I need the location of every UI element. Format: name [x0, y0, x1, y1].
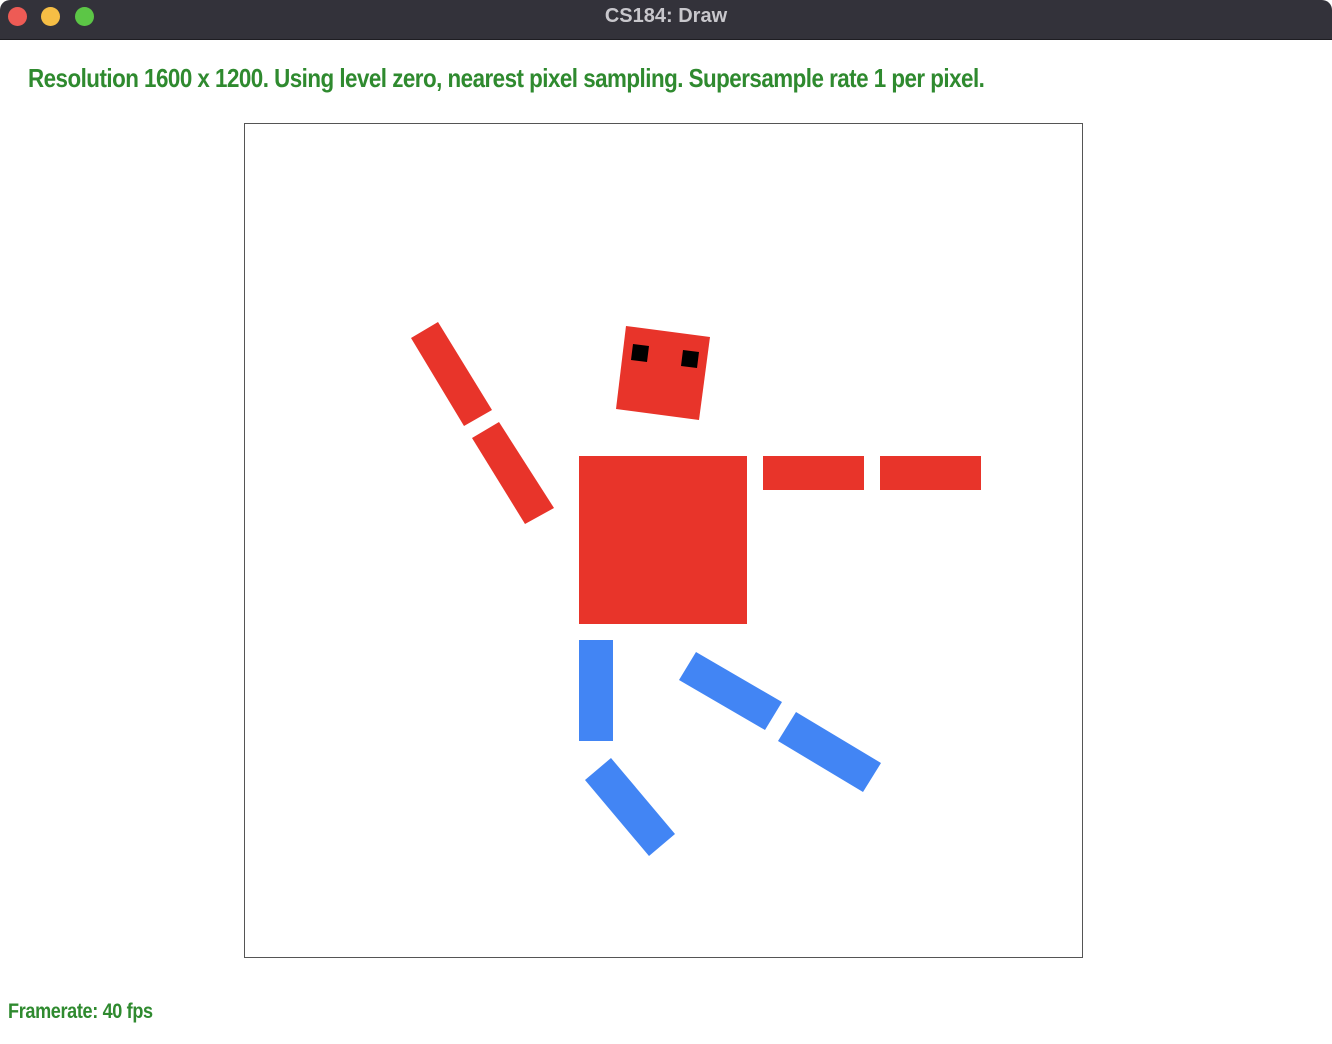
app-window: CS184: Draw Resolution 1600 x 1200. Usin… — [0, 0, 1332, 1044]
head-square — [616, 326, 710, 420]
left-upper-leg — [579, 640, 613, 741]
right-upper-arm — [763, 456, 864, 490]
robot-head — [616, 326, 710, 420]
drawing-canvas[interactable] — [244, 123, 1083, 958]
right-lower-arm — [880, 456, 981, 490]
scene-svg — [411, 322, 981, 856]
left-lower-arm — [472, 422, 554, 524]
left-upper-arm — [411, 322, 492, 426]
left-eye — [631, 344, 649, 362]
right-upper-leg — [679, 652, 782, 730]
render-status-text: Resolution 1600 x 1200. Using level zero… — [28, 63, 985, 93]
right-eye — [681, 350, 699, 368]
right-lower-leg — [778, 712, 881, 792]
left-lower-leg — [585, 758, 675, 856]
window-title: CS184: Draw — [604, 5, 728, 27]
title-bar[interactable]: CS184: Draw — [0, 0, 1332, 40]
framerate-text: Framerate: 40 fps — [8, 1000, 153, 1023]
robot-torso — [579, 456, 747, 624]
